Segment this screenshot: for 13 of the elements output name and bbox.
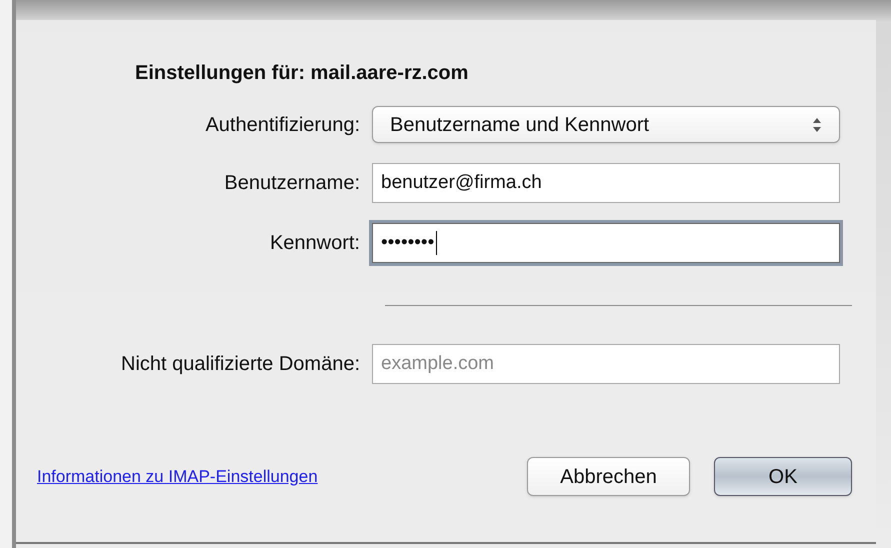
cancel-button[interactable]: Abbrechen — [527, 457, 690, 496]
authentication-popup[interactable]: Benutzername und Kennwort — [372, 106, 840, 143]
help-link[interactable]: Informationen zu IMAP-Einstellungen — [37, 464, 318, 490]
field-label: Nicht qualifizierte Domäne: — [120, 352, 361, 377]
sheet-title: Einstellungen für: mail.aare-rz.com — [135, 61, 468, 86]
password-field[interactable]: •••••••• — [372, 223, 840, 263]
domain-field[interactable]: example.com — [372, 344, 840, 384]
ok-button[interactable]: OK — [714, 457, 852, 496]
field-label: Authentifizierung: — [204, 112, 361, 138]
stepper-arrows-icon — [812, 116, 822, 132]
username-field[interactable]: benutzer@firma.ch — [372, 163, 840, 203]
field-label: Benutzername: — [223, 171, 361, 196]
field-label: Kennwort: — [268, 231, 361, 256]
